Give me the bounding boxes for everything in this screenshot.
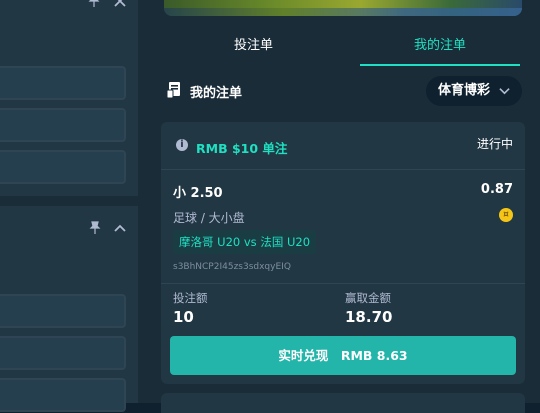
payout-value: 18.70: [345, 308, 393, 326]
my-bets-header: 我的注单 体育博彩: [164, 76, 522, 106]
stake-value: 10: [173, 308, 194, 326]
my-bets-title: 我的注单: [190, 86, 243, 101]
sidebar-row[interactable]: [0, 150, 126, 184]
stake-label: 投注额: [173, 291, 208, 305]
info-icon[interactable]: i: [176, 139, 188, 151]
tab-place-bet[interactable]: 投注单: [164, 30, 343, 66]
betslip-tabs: 投注单 我的注单: [164, 30, 522, 66]
bet-card[interactable]: i RMB $10 单注 进行中 小 2.50 0.87 足球 / 大小盘 ¤ …: [161, 122, 525, 384]
sidebar-row[interactable]: [0, 108, 126, 142]
next-bet-card[interactable]: [161, 393, 525, 413]
selection-odds: 0.87: [480, 182, 513, 197]
status-badge: 进行中: [476, 137, 513, 151]
bet-card-header: i RMB $10 单注 进行中: [161, 122, 525, 170]
dropdown-value: 体育博彩: [438, 83, 491, 98]
betslip-panel: 投注单 我的注单 我的注单 体育博彩 i RMB $10 单注 进行中 小 2.…: [148, 0, 540, 413]
divider: [161, 283, 525, 284]
sidebar-row[interactable]: [0, 336, 126, 370]
sidebar-row[interactable]: [0, 294, 126, 328]
bet-type-dropdown[interactable]: 体育博彩: [426, 76, 522, 106]
bet-title: RMB $10 单注: [196, 141, 288, 156]
match-link[interactable]: 摩洛哥 U20 vs 法国 U20: [173, 230, 317, 254]
pin-icon[interactable]: [88, 221, 102, 238]
sport-market: 足球 / 大小盘: [173, 211, 245, 225]
close-icon[interactable]: [114, 0, 126, 10]
chevron-down-icon: [499, 77, 510, 107]
selection-name: 小 2.50: [173, 186, 223, 201]
sidebar-row[interactable]: [0, 378, 126, 412]
sidebar-row[interactable]: [0, 66, 126, 100]
pin-icon[interactable]: [87, 0, 101, 11]
banner-image: [164, 0, 522, 16]
cashout-button[interactable]: 实时兑现 RMB 8.63: [170, 336, 516, 375]
bet-id: s3BhNCP2I45zs3sdxqyEIQ: [173, 262, 291, 272]
left-sidebar: [0, 0, 148, 412]
receipt-icon: [166, 81, 182, 99]
tab-my-bets[interactable]: 我的注单: [360, 30, 520, 66]
coin-icon: ¤: [499, 208, 513, 222]
chevron-up-icon[interactable]: [114, 222, 126, 238]
payout-label: 赢取金额: [345, 291, 391, 305]
